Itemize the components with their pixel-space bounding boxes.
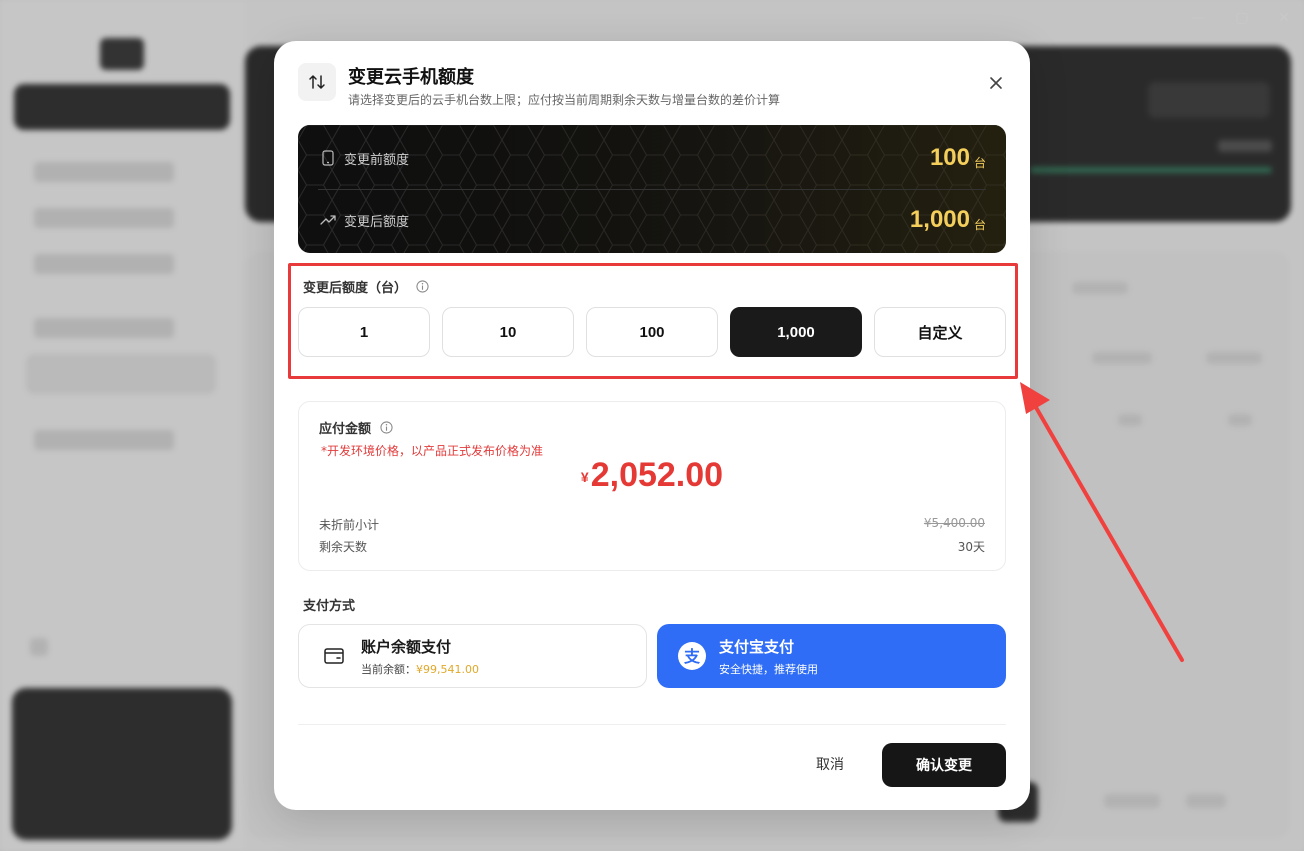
alipay-payment-option[interactable]: 支 支付宝支付 安全快捷，推荐使用 xyxy=(657,624,1006,688)
cancel-button[interactable]: 取消 xyxy=(800,743,860,785)
info-icon[interactable] xyxy=(379,421,393,435)
payment-summary-card: 应付金额 *开发环境价格，以产品正式发布价格为准 ¥2,052.00 未折前小计… xyxy=(298,401,1006,571)
quota-option-100[interactable]: 100 xyxy=(586,307,718,357)
quota-option-custom[interactable]: 自定义 xyxy=(874,307,1006,357)
balance-label: 当前余额： xyxy=(361,662,416,676)
alipay-payment-title: 支付宝支付 xyxy=(719,637,795,656)
window-close-icon[interactable]: ✕ xyxy=(1276,10,1292,26)
wallet-icon xyxy=(319,641,349,671)
quota-after-row: 变更后额度 1,000 台 xyxy=(318,189,986,251)
quota-after-label: 变更后额度 xyxy=(344,214,410,230)
quota-option-1[interactable]: 1 xyxy=(298,307,430,357)
quota-after-value: 1,000 xyxy=(909,206,970,233)
payment-title-text: 应付金额 xyxy=(319,422,372,437)
quota-option-1000[interactable]: 1,000 xyxy=(730,307,862,357)
modal-title: 变更云手机额度 xyxy=(348,67,474,88)
quota-option-10[interactable]: 10 xyxy=(442,307,574,357)
quota-before-label: 变更前额度 xyxy=(344,152,410,168)
quota-before-row: 变更前额度 100 台 xyxy=(318,127,986,189)
days-value: 30天 xyxy=(957,540,985,554)
change-quota-modal: 变更云手机额度 请选择变更后的云手机台数上限；应付按当前周期剩余天数与增量台数的… xyxy=(274,41,1030,810)
subtotal-row: 未折前小计 ¥5,400.00 xyxy=(319,516,985,533)
payment-title: 应付金额 xyxy=(319,418,393,437)
balance-payment-sub: 当前余额：¥99,541.00 xyxy=(361,661,479,677)
footer-divider xyxy=(298,724,1006,725)
trend-up-icon xyxy=(318,210,338,230)
maximize-icon[interactable]: ▢ xyxy=(1234,10,1250,26)
svg-text:支: 支 xyxy=(683,647,701,666)
days-row: 剩余天数 30天 xyxy=(319,538,985,555)
payment-method-label: 支付方式 xyxy=(303,599,356,614)
quota-before-unit: 台 xyxy=(973,155,986,170)
modal-header: 变更云手机额度 请选择变更后的云手机台数上限；应付按当前周期剩余天数与增量台数的… xyxy=(298,63,1006,111)
amount-value: 2,052.00 xyxy=(590,456,724,494)
alipay-payment-sub: 安全快捷，推荐使用 xyxy=(719,662,818,676)
minimize-icon[interactable]: — xyxy=(1190,10,1206,26)
quota-options: 1 10 100 1,000 自定义 xyxy=(298,307,1006,357)
info-icon[interactable] xyxy=(415,280,429,294)
payment-amount: ¥2,052.00 xyxy=(299,456,1005,495)
alipay-icon: 支 xyxy=(677,641,707,671)
quota-select-label-text: 变更后额度（台） xyxy=(303,281,408,296)
subtotal-label: 未折前小计 xyxy=(319,518,380,532)
close-icon[interactable] xyxy=(986,73,1006,93)
quota-select-label: 变更后额度（台） xyxy=(303,277,429,296)
currency-symbol: ¥ xyxy=(580,469,589,485)
days-label: 剩余天数 xyxy=(319,540,368,554)
balance-payment-option[interactable]: 账户余额支付 当前余额：¥99,541.00 xyxy=(298,624,647,688)
quota-summary-panel: 变更前额度 100 台 变更后额度 1,000 台 xyxy=(298,125,1006,253)
balance-value: ¥99,541.00 xyxy=(416,662,479,676)
quota-after-unit: 台 xyxy=(973,217,986,232)
quota-before-value: 100 xyxy=(929,144,970,171)
phone-icon xyxy=(318,148,338,168)
balance-payment-title: 账户余额支付 xyxy=(361,637,452,656)
modal-subtitle: 请选择变更后的云手机台数上限；应付按当前周期剩余天数与增量台数的差价计算 xyxy=(348,93,781,107)
subtotal-value: ¥5,400.00 xyxy=(923,516,985,530)
confirm-change-button[interactable]: 确认变更 xyxy=(882,743,1006,787)
swap-icon xyxy=(298,63,336,101)
